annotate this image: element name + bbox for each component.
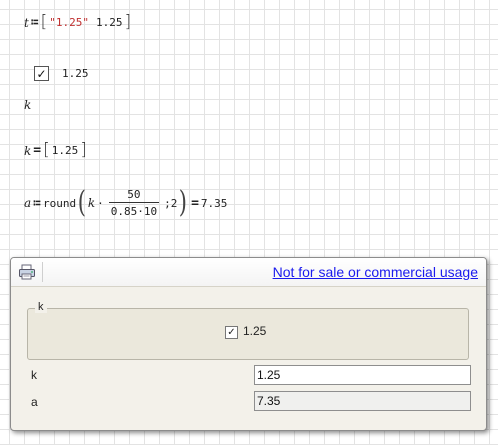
a-definition[interactable]: a ≔ round ( k · 50 0.85·10 ; 2 ) = 7.35 [24,185,228,220]
toolbar-separator [42,262,43,282]
panel-checkbox[interactable]: ✓ [225,326,238,339]
open-bracket: [ [40,12,48,32]
open-paren: ( [77,185,87,220]
panel-toolbar: Not for sale or commercial usage [11,258,486,287]
equals-operator: = [191,195,199,211]
close-bracket: ] [124,12,132,32]
t-definition[interactable]: t ≔ [ "1.25" 1.25 ] [24,14,131,31]
close-bracket: ] [80,140,87,160]
close-paren: ) [179,185,188,220]
license-notice-link[interactable]: Not for sale or commercial usage [273,264,478,280]
var-k-label: k [24,98,32,112]
form-panel: Not for sale or commercial usage k ✓ 1.2… [10,257,487,431]
k-field[interactable]: 1.25 [254,365,471,385]
args-separator: ; [164,196,171,210]
round-function: round [42,196,77,210]
checkbox-widget[interactable]: ✓ 1.25 [34,66,89,81]
fraction: 50 0.85·10 [108,188,160,218]
k-output-label[interactable]: k [24,98,31,112]
var-t: t [24,15,29,30]
k-field-label: k [31,368,37,382]
open-bracket: [ [43,140,50,160]
printer-icon[interactable] [17,263,37,281]
multiply-operator: · [97,196,104,210]
checkbox-value: 1.25 [62,67,89,80]
digits-arg: 2 [170,196,178,210]
numerator: 50 [127,188,141,201]
number-element: 1.25 [96,16,123,29]
var-k-ref: k [87,196,96,210]
assign-operator: ≔ [30,15,39,30]
a-field[interactable]: 7.35 [254,391,471,411]
k-evaluation[interactable]: k = [ 1.25 ] [24,142,87,159]
worksheet-checkbox[interactable]: ✓ [34,66,49,81]
groupbox-label: k [35,301,47,313]
string-element: "1.25" [49,16,90,29]
equals-operator: = [33,143,42,158]
denominator: 0.85·10 [110,205,158,218]
panel-checkbox-label: 1.25 [243,324,267,338]
var-k: k [24,143,32,158]
a-result: 7.35 [200,196,228,210]
assign-operator: ≔ [33,195,41,211]
k-value: 1.25 [51,144,79,157]
var-a: a [24,196,32,210]
a-field-label: a [31,395,38,409]
